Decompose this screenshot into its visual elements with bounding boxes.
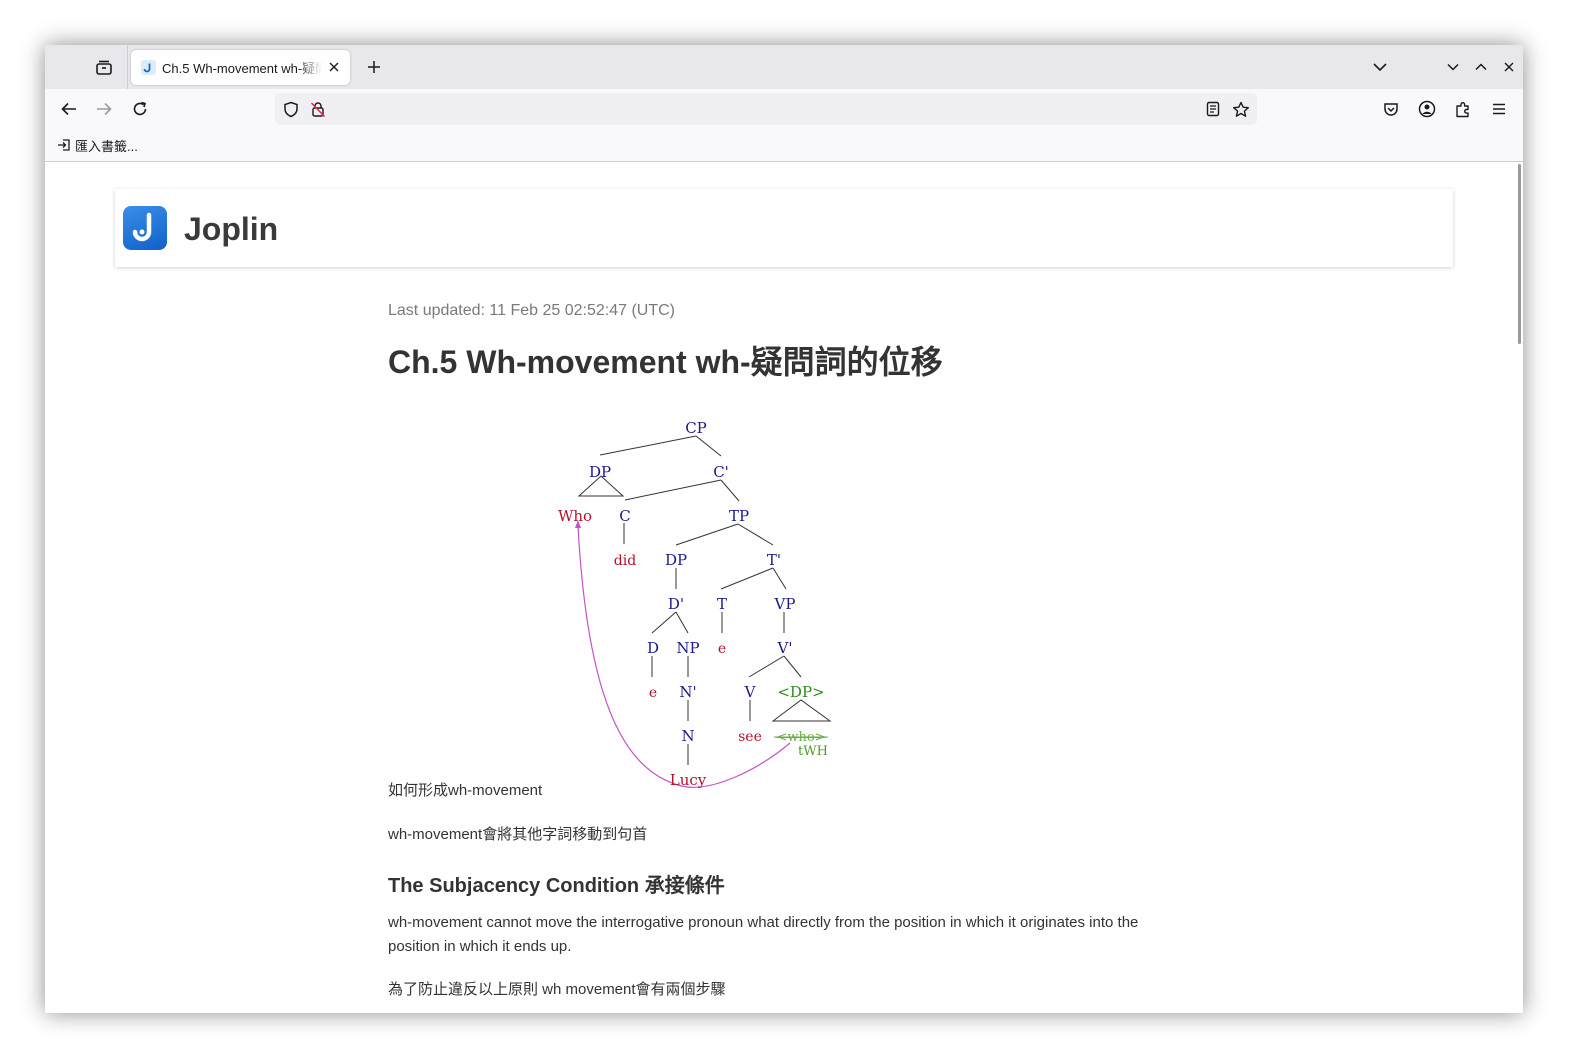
word-see: see xyxy=(738,729,762,745)
insecure-lock-icon[interactable] xyxy=(308,99,328,119)
list-all-tabs-icon[interactable] xyxy=(1371,58,1389,76)
bookmark-star-icon[interactable] xyxy=(1231,99,1251,119)
navigation-toolbar xyxy=(45,89,1523,129)
node-vp: VP xyxy=(774,595,796,613)
tab-title: Ch.5 Wh-movement wh-疑問詞的位移 xyxy=(162,61,322,76)
node-t: T xyxy=(717,595,727,613)
import-icon xyxy=(58,139,70,151)
paragraph-movement-description: wh-movement會將其他字詞移動到句首 xyxy=(388,826,648,843)
node-dp-trace: <DP> xyxy=(777,683,824,701)
heading-subjacency: The Subjacency Condition 承接條件 xyxy=(388,875,725,897)
joplin-header: Joplin xyxy=(115,189,1453,267)
reader-view-icon[interactable] xyxy=(1203,99,1223,119)
note-title: Ch.5 Wh-movement wh-疑問詞的位移 xyxy=(388,344,943,380)
page-content[interactable]: Joplin Last updated: 11 Feb 25 02:52:47 … xyxy=(45,162,1523,1013)
node-dp-subject: DP xyxy=(665,551,687,569)
vertical-scrollbar[interactable] xyxy=(1518,164,1521,344)
node-d: D xyxy=(647,639,659,657)
node-v: V xyxy=(744,683,757,701)
word-e-t: e xyxy=(718,641,726,657)
node-t-bar: T' xyxy=(767,551,781,569)
url-bar[interactable] xyxy=(275,93,1257,125)
tracking-protection-shield-icon[interactable] xyxy=(281,99,301,119)
paragraph-how-to-form: 如何形成wh-movement xyxy=(388,782,543,799)
paragraph-subjacency-line1: wh-movement cannot move the interrogativ… xyxy=(388,914,1139,931)
tab-strip: Ch.5 Wh-movement wh-疑問詞的位移 xyxy=(45,45,1523,89)
minimize-icon[interactable] xyxy=(1444,58,1462,76)
tab-separator xyxy=(127,45,128,89)
new-tab-icon[interactable] xyxy=(363,56,385,78)
tab-overview-icon[interactable] xyxy=(91,55,117,81)
close-window-icon[interactable] xyxy=(1500,58,1518,76)
forward-arrow-icon[interactable] xyxy=(93,98,115,120)
node-d-bar: D' xyxy=(668,595,684,613)
reload-icon[interactable] xyxy=(129,98,151,120)
pocket-icon[interactable] xyxy=(1380,98,1402,120)
bookmarks-toolbar: 匯入書籤... xyxy=(45,129,1523,162)
hamburger-menu-icon[interactable] xyxy=(1488,98,1510,120)
node-c-bar: C' xyxy=(713,463,729,481)
back-arrow-icon[interactable] xyxy=(58,98,80,120)
node-n: N xyxy=(681,727,694,745)
import-bookmarks-item[interactable]: 匯入書籤... xyxy=(57,136,138,154)
import-bookmarks-label: 匯入書籤... xyxy=(75,138,138,154)
node-v-bar: V' xyxy=(777,639,793,657)
node-cp: CP xyxy=(685,419,707,437)
extensions-puzzle-icon[interactable] xyxy=(1452,98,1474,120)
last-updated: Last updated: 11 Feb 25 02:52:47 (UTC) xyxy=(388,302,675,319)
node-n-bar: N' xyxy=(679,683,696,701)
account-icon[interactable] xyxy=(1416,98,1438,120)
browser-window: Ch.5 Wh-movement wh-疑問詞的位移 xyxy=(45,45,1523,1013)
paragraph-two-steps: 為了防止違反以上原則 wh movement會有兩個步驟 xyxy=(388,981,726,998)
active-tab[interactable]: Ch.5 Wh-movement wh-疑問詞的位移 xyxy=(131,50,350,85)
maximize-icon[interactable] xyxy=(1472,58,1490,76)
paragraph-subjacency-line2: position in which it ends up. xyxy=(388,938,572,955)
joplin-logo-icon xyxy=(123,206,167,250)
word-did: did xyxy=(614,553,636,569)
node-dp-spec: DP xyxy=(589,463,611,481)
joplin-favicon-icon xyxy=(141,60,156,75)
word-e-d: e xyxy=(649,685,657,701)
node-np: NP xyxy=(676,639,699,657)
syntax-tree-diagram: CP DP C' Who C TP did DP T' D' T VP D NP… xyxy=(558,419,832,789)
trace-twh: tWH xyxy=(798,744,828,759)
node-c: C xyxy=(619,507,630,525)
word-lucy: Lucy xyxy=(670,771,707,789)
app-name: Joplin xyxy=(184,211,279,247)
word-who: Who xyxy=(558,507,592,525)
node-tp: TP xyxy=(729,507,749,525)
close-tab-icon[interactable] xyxy=(325,58,343,76)
